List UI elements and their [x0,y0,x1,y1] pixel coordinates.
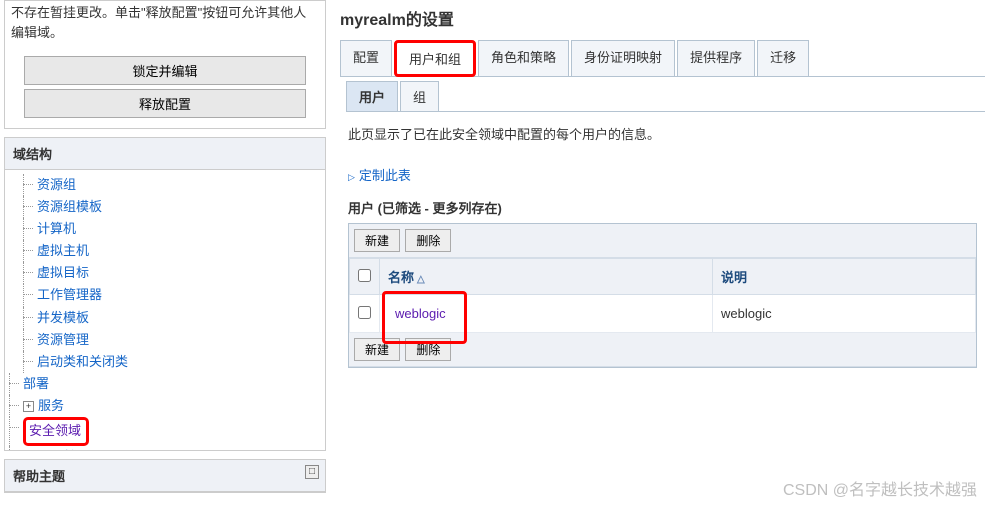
expand-icon[interactable]: + [23,401,34,412]
tab-providers[interactable]: 提供程序 [677,40,755,76]
table-row: weblogic weblogic [350,295,976,333]
tree-item-interop[interactable]: 互用性 [38,449,77,450]
lock-edit-button[interactable]: 锁定并编辑 [24,56,306,85]
delete-button-top[interactable]: 删除 [405,229,451,252]
tree-item-resmgmt[interactable]: 资源管理 [37,332,89,347]
tab-migrate[interactable]: 迁移 [757,40,809,76]
sub-tabs: 用户 组 [346,81,985,111]
sort-asc-icon: △ [417,274,425,285]
users-table: 新建 删除 名称△ 说明 weblogic [348,223,977,368]
tree-item-startup[interactable]: 启动类和关闭类 [37,354,128,369]
tree-item-workmgr[interactable]: 工作管理器 [37,287,102,302]
new-button-top[interactable]: 新建 [354,229,400,252]
user-link[interactable]: weblogic [395,306,446,321]
tree-item-services[interactable]: 服务 [38,398,64,413]
row-checkbox[interactable] [358,306,371,319]
tree-item-vhost[interactable]: 虚拟主机 [37,243,89,258]
tree-item-security[interactable]: 安全领域 [29,423,81,438]
domain-structure-panel: 域结构 资源组 资源组模板 计算机 虚拟主机 虚拟目标 工作管理器 并发模板 资… [4,137,326,451]
tree-item-resgroup-tmpl[interactable]: 资源组模板 [37,199,102,214]
customize-table-link[interactable]: ▷定制此表 [348,165,977,184]
col-desc[interactable]: 说明 [713,259,976,295]
release-config-button[interactable]: 释放配置 [24,89,306,118]
collapse-icon[interactable]: □ [305,465,319,479]
page-title: myrealm的设置 [340,6,985,30]
tab-users-groups[interactable]: 用户和组 [394,40,476,77]
tree-item-computer[interactable]: 计算机 [37,221,76,236]
tab-roles[interactable]: 角色和策略 [478,40,569,76]
help-title: 帮助主题 [13,469,65,484]
tree-item-deploy[interactable]: 部署 [23,376,49,391]
domain-tree: 资源组 资源组模板 计算机 虚拟主机 虚拟目标 工作管理器 并发模板 资源管理 … [5,170,325,450]
user-desc: weblogic [713,295,976,333]
col-name[interactable]: 名称△ [380,259,713,295]
tree-item-vtarget[interactable]: 虚拟目标 [37,265,89,280]
pending-changes-panel: 不存在暂挂更改。单击"释放配置"按钮可允许其他人编辑域。 锁定并编辑 释放配置 [4,0,326,129]
subtab-user[interactable]: 用户 [346,81,398,111]
help-panel: 帮助主题 □ [4,459,326,493]
triangle-right-icon: ▷ [348,172,355,182]
main-tabs: 配置 用户和组 角色和策略 身份证明映射 提供程序 迁移 [340,40,985,77]
tree-item-resgroup[interactable]: 资源组 [37,177,76,192]
tree-item-devtmpl[interactable]: 并发模板 [37,310,89,325]
select-all-checkbox[interactable] [358,269,371,282]
tab-cred[interactable]: 身份证明映射 [571,40,675,76]
subtab-group[interactable]: 组 [400,81,439,111]
page-desc: 此页显示了已在此安全领域中配置的每个用户的信息。 [348,124,977,143]
domain-tree-title: 域结构 [5,138,325,170]
pending-text: 不存在暂挂更改。单击"释放配置"按钮可允许其他人编辑域。 [5,1,325,52]
table-title: 用户 (已筛选 - 更多列存在) [348,198,977,217]
tab-config[interactable]: 配置 [340,40,392,76]
